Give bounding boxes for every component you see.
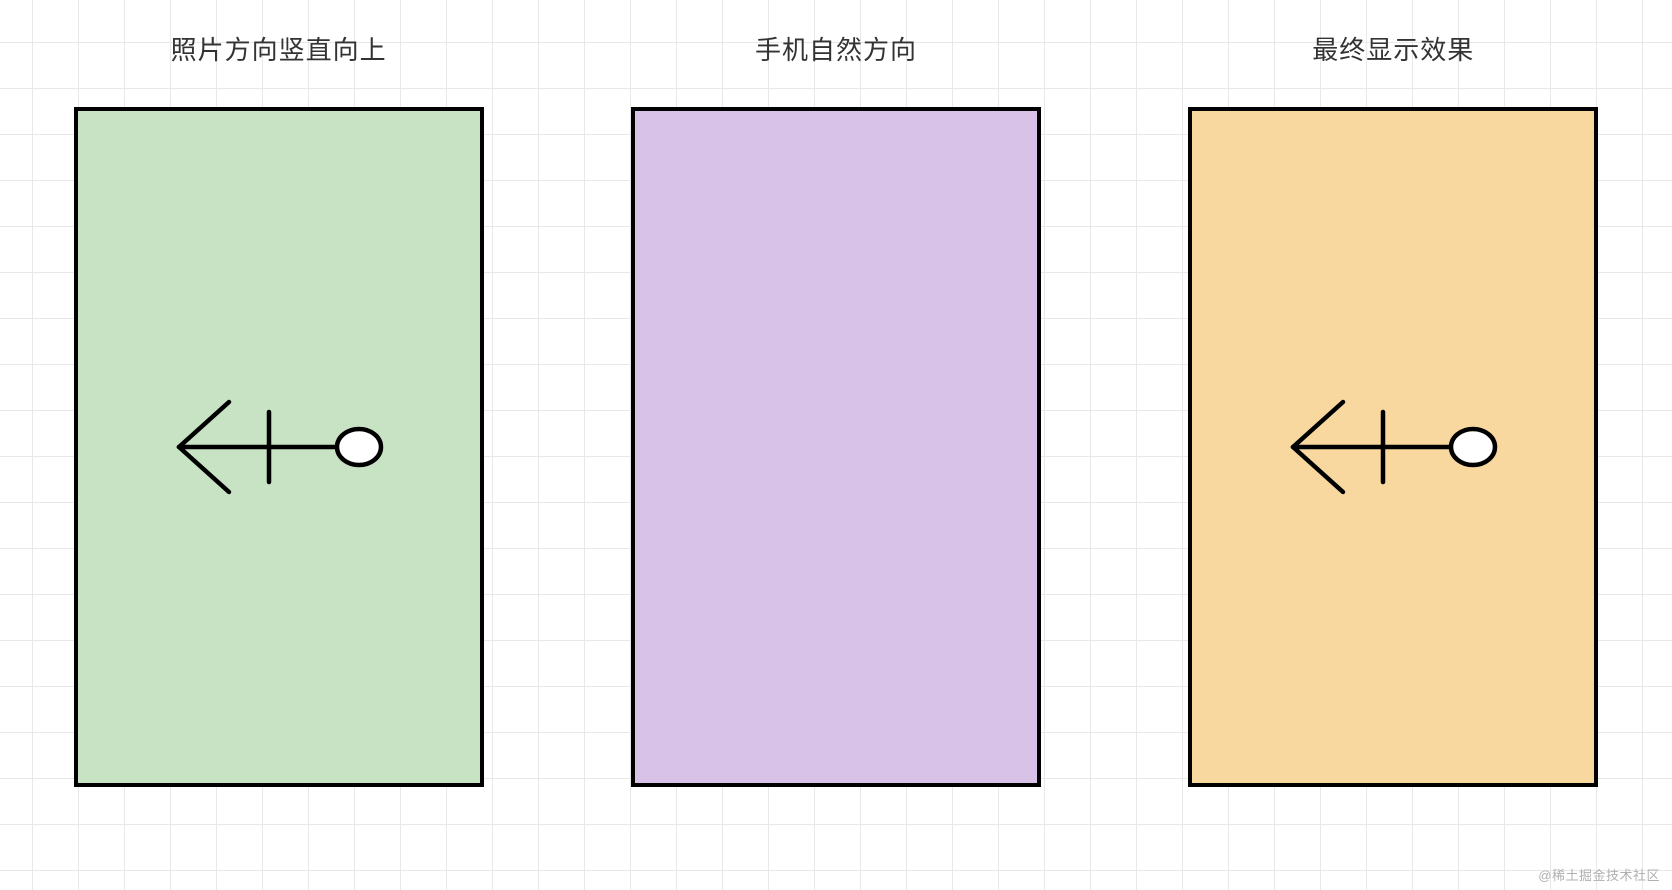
stick-figure-icon — [1273, 357, 1513, 537]
stick-figure-icon — [159, 357, 399, 537]
panel-phone-orientation: 手机自然方向 — [631, 30, 1041, 787]
panel-title: 手机自然方向 — [755, 30, 917, 67]
photo-box — [74, 107, 484, 787]
panel-final-display: 最终显示效果 — [1188, 30, 1598, 787]
panel-photo-orientation: 照片方向竖直向上 — [74, 30, 484, 787]
result-box — [1188, 107, 1598, 787]
panel-title: 最终显示效果 — [1312, 30, 1474, 67]
watermark-text: @稀土掘金技术社区 — [1538, 865, 1660, 884]
diagram-container: 照片方向竖直向上 手机自然方向 最终显示效果 — [0, 0, 1672, 890]
panel-title: 照片方向竖直向上 — [171, 30, 387, 67]
phone-box — [631, 107, 1041, 787]
